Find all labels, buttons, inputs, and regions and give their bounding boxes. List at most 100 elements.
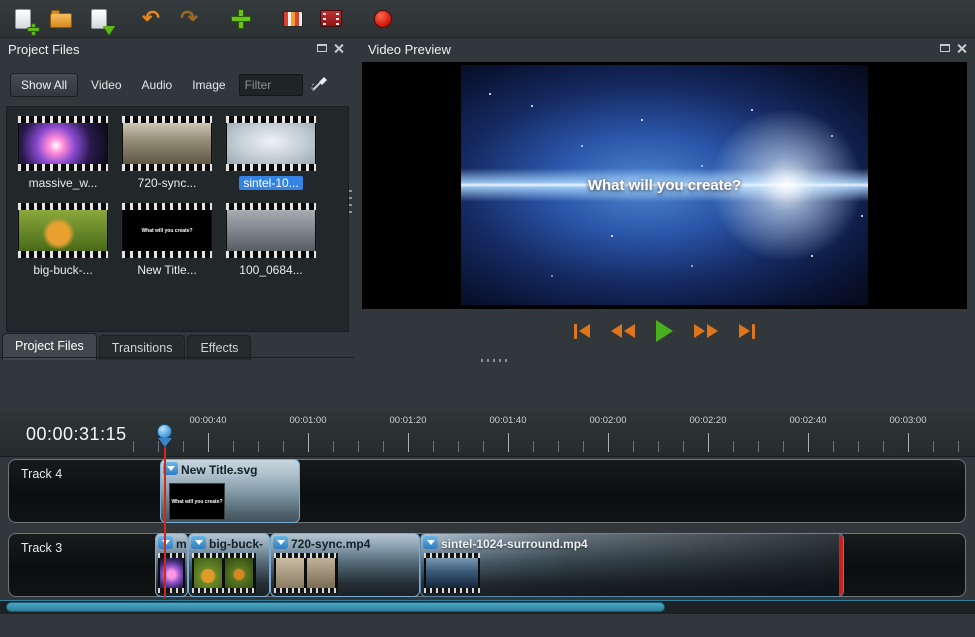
audio-filter-button[interactable]: Audio bbox=[135, 74, 180, 96]
right-arrow-icon bbox=[707, 324, 718, 338]
track-label: Track 4 bbox=[21, 467, 62, 481]
video-preview-title: Video Preview bbox=[360, 42, 451, 57]
tab-project-files[interactable]: Project Files bbox=[2, 333, 97, 360]
playhead-tip-icon bbox=[158, 438, 172, 447]
file-thumbnail bbox=[121, 115, 213, 172]
file-item[interactable]: 100_0684... bbox=[221, 202, 321, 277]
file-label: New Title... bbox=[117, 263, 217, 277]
open-project-button[interactable] bbox=[48, 6, 74, 32]
ruler-label: 00:01:00 bbox=[278, 415, 338, 426]
ruler-tick bbox=[308, 433, 309, 452]
clip-720-sync[interactable]: 720-sync.mp4 bbox=[270, 533, 420, 597]
close-panel-icon[interactable] bbox=[957, 43, 967, 53]
play-icon bbox=[656, 320, 673, 342]
file-label: 100_0684... bbox=[221, 263, 321, 277]
left-panel-tabs: Project Files Transitions Effects bbox=[2, 333, 253, 360]
clip-sintel[interactable]: sintel-1024-surround.mp4 bbox=[420, 533, 844, 597]
clip-menu-icon[interactable] bbox=[423, 536, 438, 549]
files-filter-row: Show All Video Audio Image bbox=[10, 72, 329, 98]
left-arrow-icon bbox=[624, 324, 635, 338]
clip-menu-icon[interactable] bbox=[191, 536, 206, 549]
clip-big-buck[interactable]: big-buck- bbox=[188, 533, 270, 597]
new-project-button[interactable] bbox=[10, 6, 36, 32]
float-panel-icon[interactable] bbox=[940, 44, 950, 52]
export-animation-button[interactable] bbox=[370, 6, 396, 32]
video-overlay-text: What will you create? bbox=[461, 177, 868, 194]
import-files-button[interactable] bbox=[228, 6, 254, 32]
video-frame: What will you create? bbox=[461, 65, 868, 305]
image-filter-button[interactable]: Image bbox=[185, 74, 232, 96]
ruler-label: 00:03:00 bbox=[878, 415, 938, 426]
video-filter-button[interactable]: Video bbox=[84, 74, 128, 96]
down-arrow-icon bbox=[103, 26, 115, 35]
file-thumbnail bbox=[225, 202, 317, 259]
plus-icon bbox=[232, 10, 250, 28]
panel-splitter-handle[interactable] bbox=[349, 190, 352, 216]
float-panel-icon[interactable] bbox=[317, 44, 327, 52]
file-label: sintel-10... bbox=[239, 176, 302, 190]
file-item[interactable]: big-buck-... bbox=[13, 202, 113, 277]
clip-label: big-buck- bbox=[209, 537, 263, 551]
choose-profile-button[interactable] bbox=[280, 6, 306, 32]
file-item[interactable]: massive_w... bbox=[13, 115, 113, 190]
ruler-tick bbox=[808, 433, 809, 452]
jump-end-button[interactable] bbox=[737, 322, 757, 341]
filter-input[interactable] bbox=[239, 74, 303, 96]
play-button[interactable] bbox=[654, 318, 675, 344]
clip-menu-icon[interactable] bbox=[273, 536, 288, 549]
left-arrow-icon bbox=[611, 324, 622, 338]
file-thumbnail bbox=[225, 115, 317, 172]
file-label: 720-sync... bbox=[117, 176, 217, 190]
playhead-ball-icon bbox=[157, 424, 172, 439]
export-video-button[interactable] bbox=[318, 6, 344, 32]
file-item[interactable]: What will you create? New Title... bbox=[117, 202, 217, 277]
clip-label: 720-sync.mp4 bbox=[291, 537, 370, 551]
ruler-label: 00:02:00 bbox=[578, 415, 638, 426]
profile-icon bbox=[283, 11, 303, 27]
file-label: big-buck-... bbox=[13, 263, 113, 277]
save-project-button[interactable] bbox=[86, 6, 112, 32]
plus-badge-icon bbox=[28, 24, 39, 35]
down-arrow-icon bbox=[277, 540, 285, 545]
clip-new-title[interactable]: New Title.svg What will you create? bbox=[160, 459, 300, 523]
main-toolbar: ↶ ↷ bbox=[0, 0, 975, 38]
end-bar-icon bbox=[752, 324, 755, 339]
timeline-scrollbar[interactable] bbox=[0, 600, 975, 614]
playhead-line bbox=[164, 447, 166, 598]
folder-icon bbox=[50, 13, 72, 28]
jump-start-button[interactable] bbox=[572, 322, 592, 341]
rewind-button[interactable] bbox=[609, 322, 637, 340]
undo-button[interactable]: ↶ bbox=[138, 6, 164, 32]
project-files-title: Project Files bbox=[0, 42, 80, 57]
ruler-minor-ticks bbox=[133, 441, 975, 452]
ruler-tick bbox=[708, 433, 709, 452]
clip-thumbnail bbox=[274, 553, 338, 593]
ruler-label: 00:00:40 bbox=[178, 415, 238, 426]
clip-massive[interactable]: m bbox=[155, 533, 188, 597]
clear-filter-icon[interactable] bbox=[309, 73, 329, 98]
preview-timeline-splitter-handle[interactable] bbox=[481, 359, 509, 362]
project-files-panel-header: Project Files bbox=[0, 38, 352, 60]
file-item-selected[interactable]: sintel-10... bbox=[221, 115, 321, 192]
track-label: Track 3 bbox=[21, 541, 62, 555]
scrollbar-thumb[interactable] bbox=[6, 602, 665, 612]
playhead-handle[interactable] bbox=[156, 424, 174, 450]
right-arrow-icon bbox=[694, 324, 705, 338]
file-item[interactable]: 720-sync... bbox=[117, 115, 217, 190]
ruler-label: 00:02:20 bbox=[678, 415, 738, 426]
clip-label: sintel-1024-surround.mp4 bbox=[441, 537, 588, 551]
video-preview-panel-header: Video Preview bbox=[360, 38, 975, 60]
ruler-label: 00:01:20 bbox=[378, 415, 438, 426]
openshot-window: ↶ ↷ Project Files Video Preview Show All… bbox=[0, 0, 975, 637]
close-panel-icon[interactable] bbox=[334, 43, 344, 53]
clip-thumbnail bbox=[424, 553, 480, 593]
down-arrow-icon bbox=[427, 540, 435, 545]
file-thumbnail bbox=[17, 202, 109, 259]
redo-button[interactable]: ↷ bbox=[176, 6, 202, 32]
ruler-label: 00:01:40 bbox=[478, 415, 538, 426]
show-all-button[interactable]: Show All bbox=[10, 73, 78, 97]
fast-forward-button[interactable] bbox=[692, 322, 720, 340]
timeline-ruler[interactable]: 00:00:31:15 00:00:40 00:01:00 00:01:20 0… bbox=[0, 411, 975, 457]
tab-divider bbox=[0, 357, 354, 358]
project-files-grid: massive_w... 720-sync... sintel-10... bi… bbox=[6, 106, 349, 332]
